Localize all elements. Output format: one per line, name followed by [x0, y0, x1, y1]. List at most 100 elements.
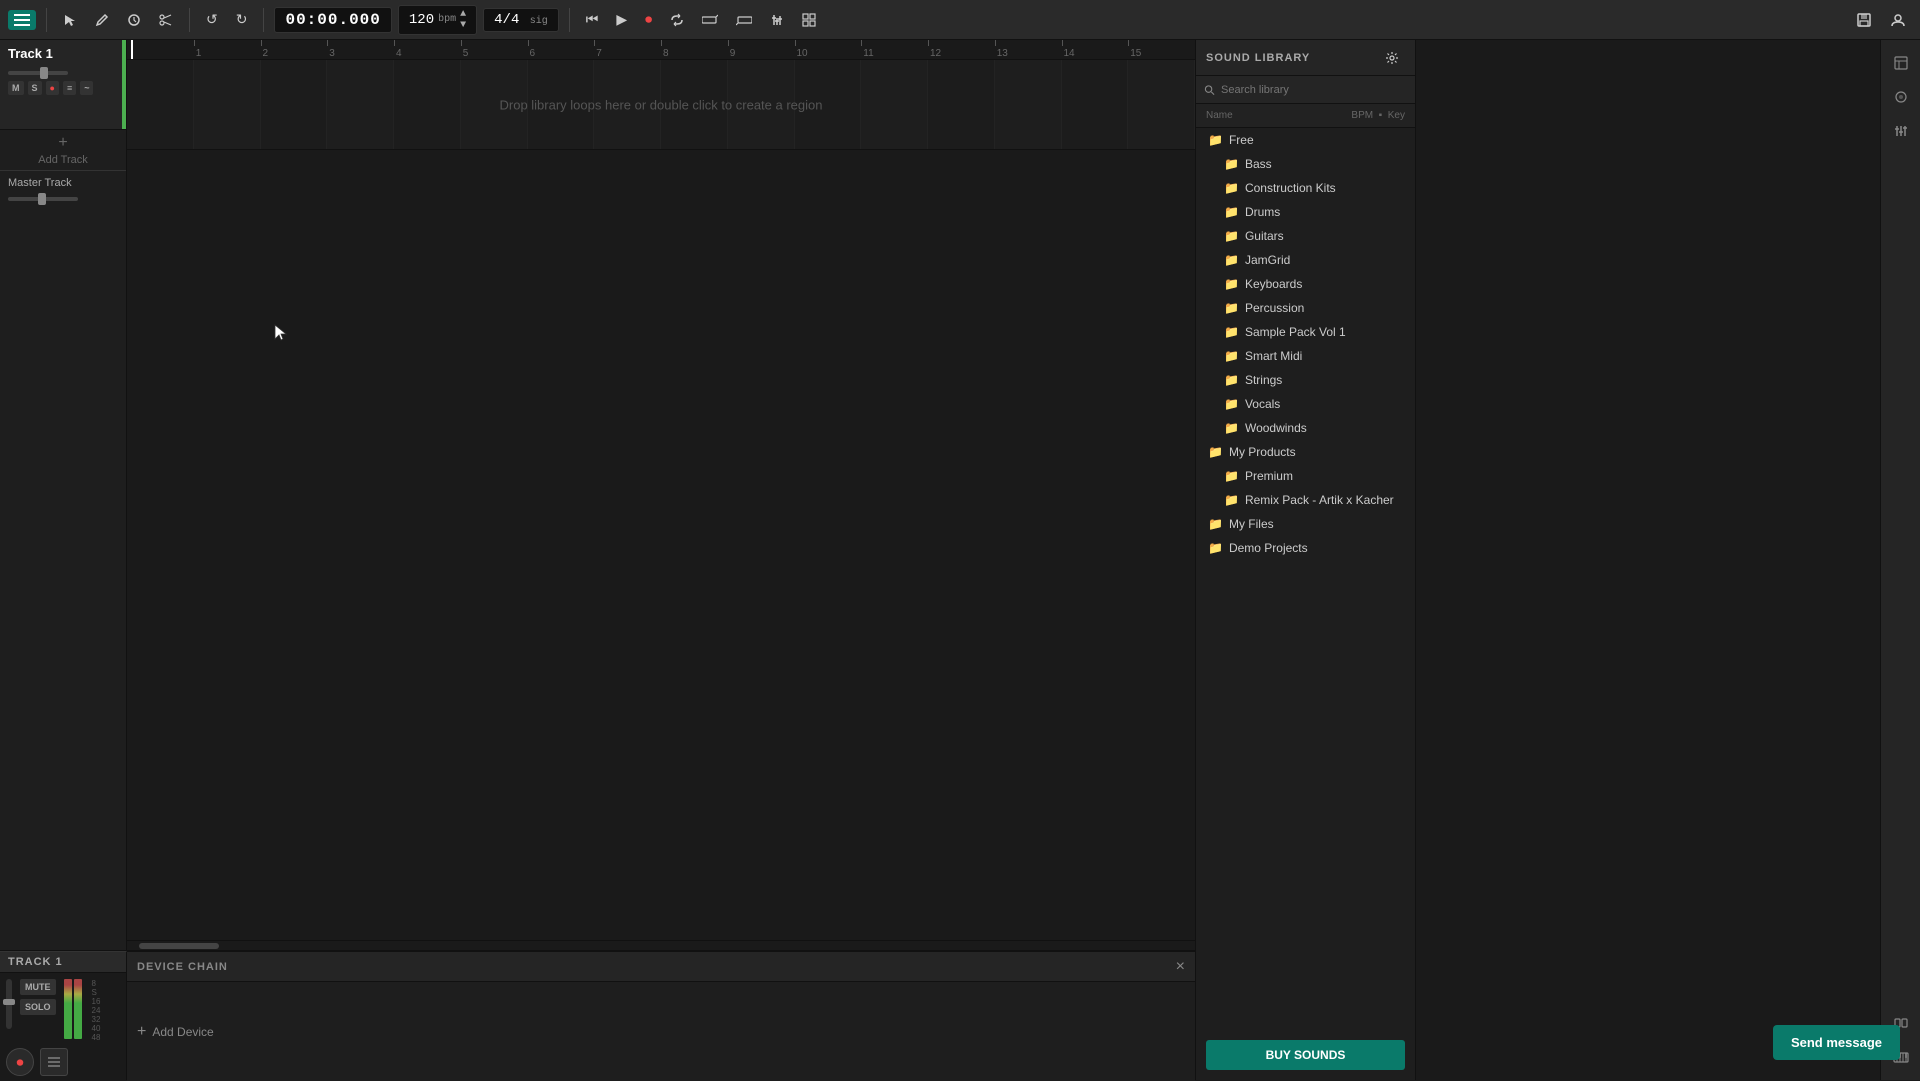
track1-arm-btn[interactable]: ●: [46, 81, 59, 95]
mute-button[interactable]: MUTE: [20, 979, 56, 995]
library-item-10[interactable]: 📁Strings: [1196, 368, 1415, 392]
track1-auto-btn[interactable]: ~: [80, 81, 93, 95]
buy-sounds-button[interactable]: BUY SOUNDS: [1206, 1040, 1405, 1070]
track-lanes[interactable]: Drop library loops here or double click …: [127, 60, 1195, 940]
time-sig-display[interactable]: 4/4 sig: [483, 8, 559, 32]
select-tool-button[interactable]: [57, 9, 83, 31]
record-arm-button[interactable]: ⏺: [6, 1048, 34, 1076]
mixer-icon-btn[interactable]: [1886, 116, 1916, 146]
redo-button[interactable]: ↻: [230, 7, 254, 32]
add-device-button[interactable]: + Add Device: [137, 1023, 214, 1041]
library-item-15[interactable]: 📁Remix Pack - Artik x Kacher: [1196, 488, 1415, 512]
playhead: [131, 40, 133, 59]
library-item-12[interactable]: 📁Woodwinds: [1196, 416, 1415, 440]
mix-button[interactable]: [764, 9, 790, 31]
loop-button[interactable]: [664, 9, 690, 31]
punch-out-button[interactable]: [730, 9, 758, 31]
library-tree: 📁Free📁Bass📁Construction Kits📁Drums📁Guita…: [1196, 128, 1415, 1030]
lane-cell-14[interactable]: [1062, 60, 1129, 149]
library-item-label: Bass: [1245, 157, 1272, 171]
clip-view-button[interactable]: [40, 1048, 68, 1076]
track1-vol-slider[interactable]: [8, 71, 68, 75]
library-item-16[interactable]: 📁My Files: [1196, 512, 1415, 536]
skip-start-button[interactable]: ⏮: [580, 7, 605, 32]
library-item-5[interactable]: 📁JamGrid: [1196, 248, 1415, 272]
clock-tool-button[interactable]: [121, 9, 147, 31]
lane-cell-6[interactable]: [528, 60, 595, 149]
solo-button[interactable]: SOLO: [20, 999, 56, 1015]
search-icon: [1204, 84, 1215, 96]
pencil-tool-button[interactable]: [89, 9, 115, 31]
add-track-label: Add Track: [38, 154, 88, 166]
lane-cell-7[interactable]: [594, 60, 661, 149]
lane-cell-8[interactable]: [661, 60, 728, 149]
track1-mute-btn[interactable]: M: [8, 81, 24, 95]
library-search-input[interactable]: [1221, 84, 1407, 96]
track1-solo-btn[interactable]: S: [28, 81, 42, 95]
lane-cell-5[interactable]: [461, 60, 528, 149]
library-item-7[interactable]: 📁Percussion: [1196, 296, 1415, 320]
library-title: SOUND LIBRARY: [1206, 52, 1310, 64]
lane-cell-11[interactable]: [861, 60, 928, 149]
library-item-1[interactable]: 📁 Bass: [1196, 152, 1415, 176]
save-button[interactable]: [1850, 8, 1878, 32]
folder-icon: 📁: [1208, 445, 1223, 459]
profile-button[interactable]: [1884, 8, 1912, 32]
lane-cell-15[interactable]: [1128, 60, 1195, 149]
library-item-14[interactable]: 📁Premium: [1196, 464, 1415, 488]
folder-icon: 📁: [1224, 253, 1239, 267]
play-button[interactable]: ▶: [610, 7, 633, 32]
master-vol-slider[interactable]: [8, 197, 78, 201]
library-settings-button[interactable]: [1379, 47, 1405, 69]
punch-in-button[interactable]: [696, 9, 724, 31]
undo-button[interactable]: ↺: [200, 7, 224, 32]
track1-fold-btn[interactable]: ≡: [63, 81, 76, 95]
library-item-label: Smart Midi: [1245, 349, 1302, 363]
library-item-8[interactable]: 📁Sample Pack Vol 1: [1196, 320, 1415, 344]
lane-cell-10[interactable]: [795, 60, 862, 149]
lane-cell-1[interactable]: [194, 60, 261, 149]
add-device-label: Add Device: [152, 1025, 213, 1039]
folder-icon: 📁: [1208, 133, 1223, 147]
scissors-tool-button[interactable]: [153, 9, 179, 31]
track1-vol-thumb: [40, 67, 48, 79]
menu-button[interactable]: [8, 10, 36, 30]
library-item-6[interactable]: 📁Keyboards: [1196, 272, 1415, 296]
library-item-17[interactable]: 📁Demo Projects: [1196, 536, 1415, 560]
library-item-2[interactable]: 📁Construction Kits: [1196, 176, 1415, 200]
record-button[interactable]: ⏺: [639, 7, 658, 32]
sig-value: 4/4: [494, 12, 519, 28]
h-scroll-thumb[interactable]: [139, 943, 219, 949]
lane-cell-2[interactable]: [261, 60, 328, 149]
library-item-11[interactable]: 📁Vocals: [1196, 392, 1415, 416]
bottom-vol-fader[interactable]: [6, 979, 12, 1029]
grid-button[interactable]: [796, 9, 822, 31]
folder-icon: 📁: [1224, 157, 1239, 171]
device-chain-title: DEVICE CHAIN: [137, 961, 228, 973]
ruler-mark-3: 3: [327, 40, 335, 59]
device-chain-close[interactable]: ×: [1176, 958, 1185, 976]
add-track-area[interactable]: + Add Track: [0, 130, 126, 170]
lane-cell-13[interactable]: [995, 60, 1062, 149]
instrument-icon-btn[interactable]: [1886, 82, 1916, 112]
library-item-0[interactable]: 📁Free: [1196, 128, 1415, 152]
library-item-9[interactable]: 📁Smart Midi: [1196, 344, 1415, 368]
track1-lane[interactable]: Drop library loops here or double click …: [127, 60, 1195, 150]
lane-cell-0[interactable]: [127, 60, 194, 149]
track1-name: Track 1: [8, 46, 118, 61]
lane-cell-4[interactable]: [394, 60, 461, 149]
library-item-13[interactable]: 📁 My Products: [1196, 440, 1415, 464]
library-search: [1196, 76, 1415, 104]
library-item-4[interactable]: 📁Guitars: [1196, 224, 1415, 248]
horizontal-scrollbar[interactable]: [127, 940, 1195, 950]
library-item-label: My Products: [1229, 445, 1296, 459]
folder-icon: 📁: [1224, 373, 1239, 387]
lane-cell-3[interactable]: [327, 60, 394, 149]
bpm-display[interactable]: 120 bpm ▲▼: [398, 5, 477, 35]
browser-icon-btn[interactable]: [1886, 48, 1916, 78]
library-item-3[interactable]: 📁Drums: [1196, 200, 1415, 224]
lane-cell-12[interactable]: [928, 60, 995, 149]
send-message-button[interactable]: Send message: [1773, 1025, 1900, 1060]
lane-cell-9[interactable]: [728, 60, 795, 149]
bottom-vol-thumb: [3, 999, 15, 1005]
